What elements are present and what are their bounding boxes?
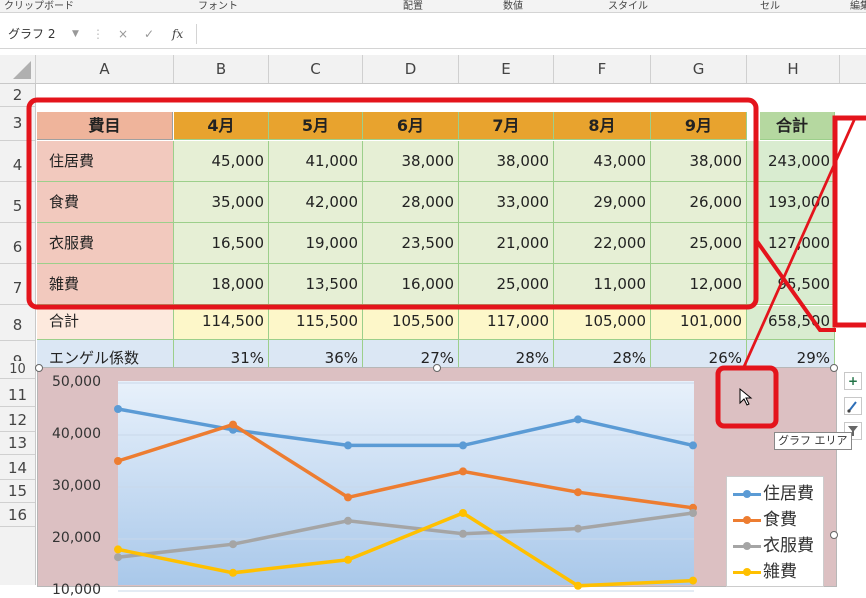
chart-selection-handles xyxy=(35,364,838,539)
chart-styles-button[interactable] xyxy=(844,397,862,415)
chart-area-tooltip: グラフ エリア xyxy=(774,432,852,450)
chart-elements-button[interactable]: + xyxy=(844,372,862,390)
brush-icon xyxy=(847,401,857,413)
